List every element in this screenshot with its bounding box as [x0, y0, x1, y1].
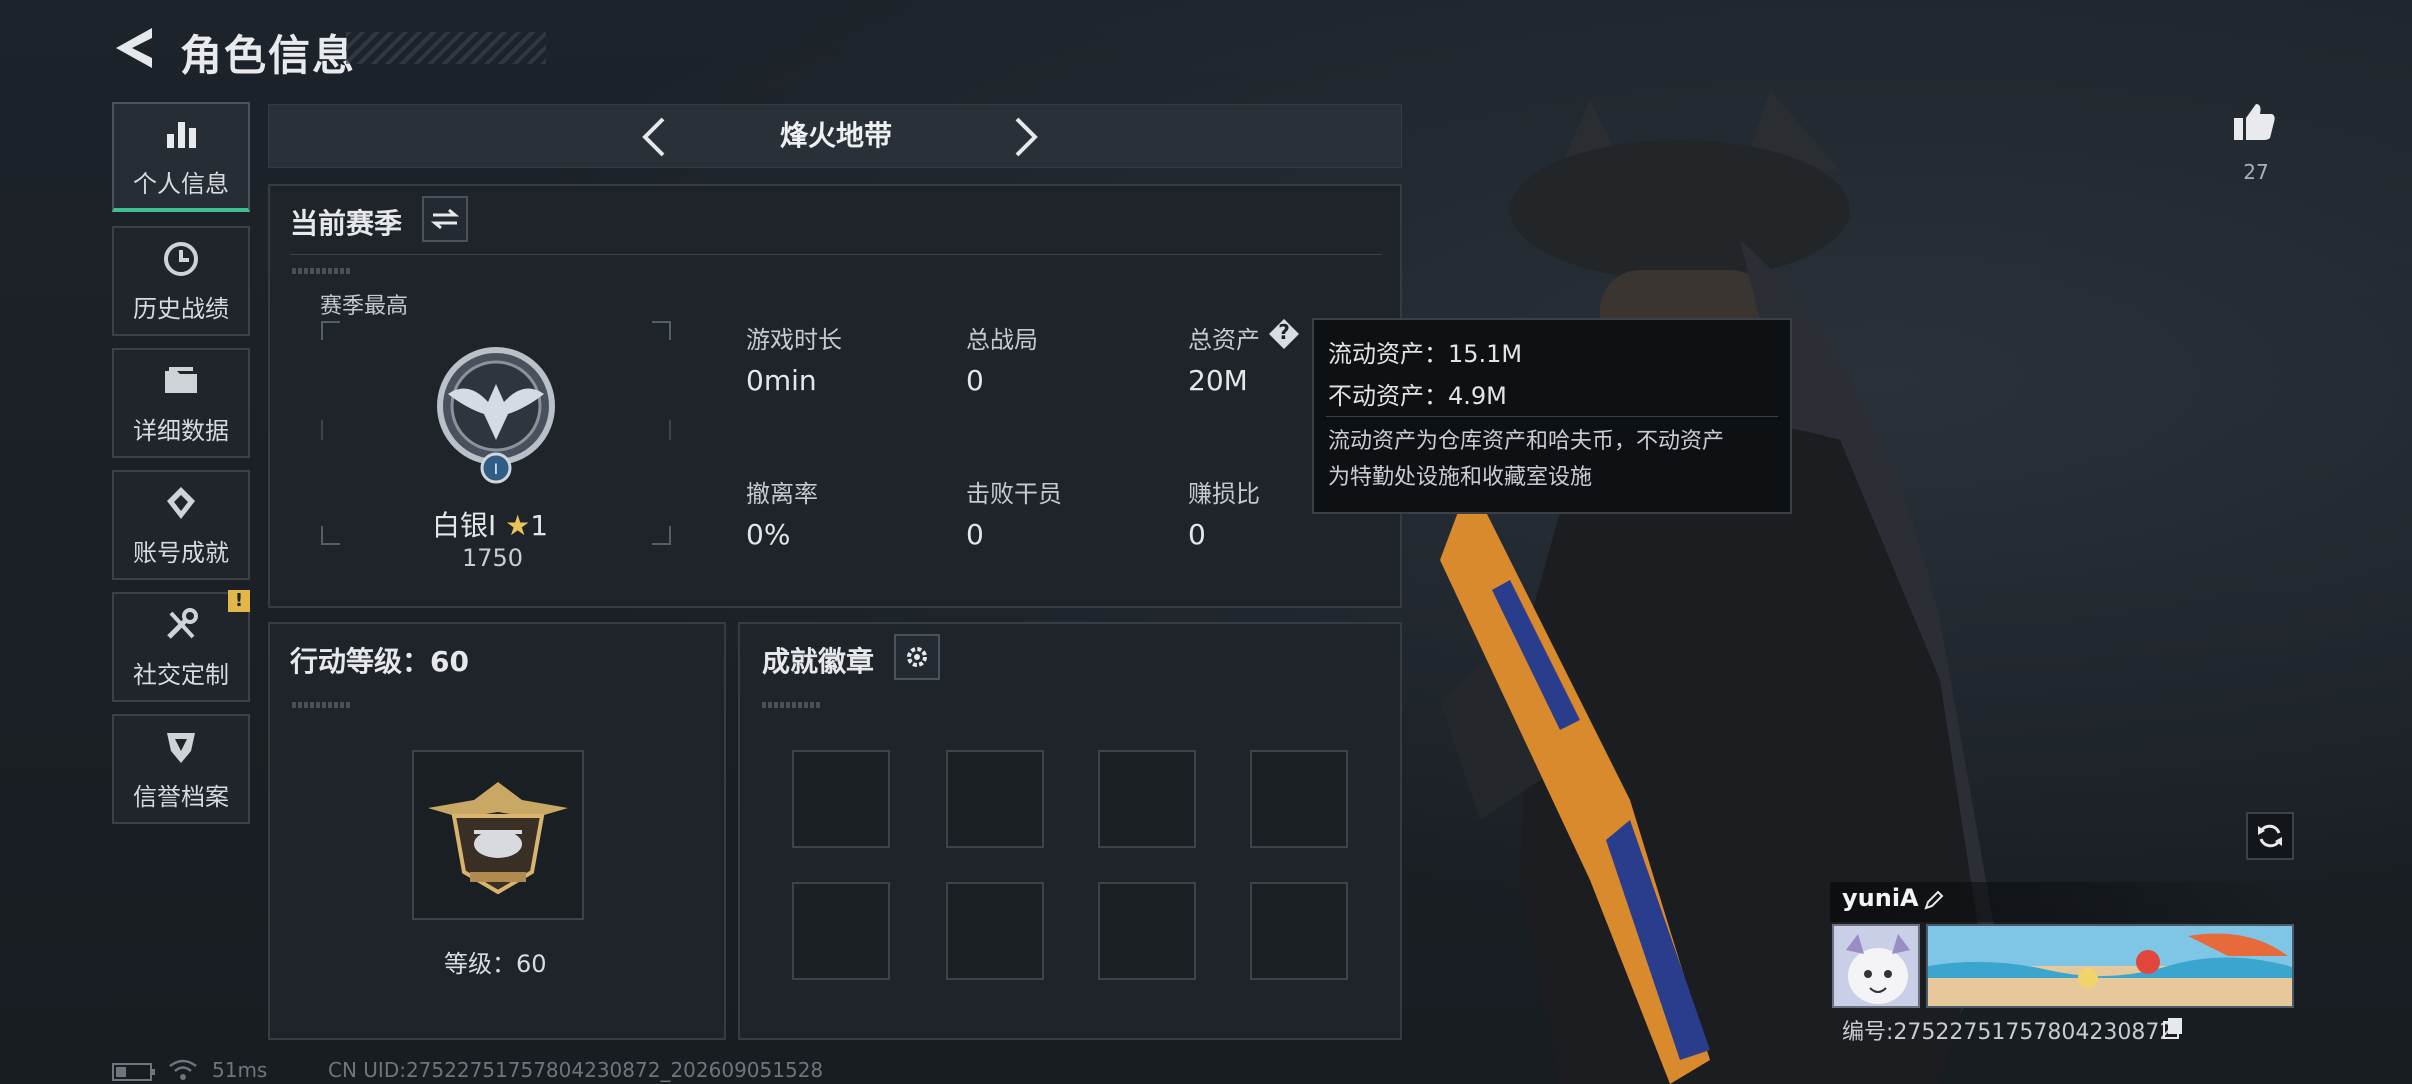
wrench-icon — [167, 607, 198, 639]
thumbs-up-icon[interactable] — [2232, 100, 2276, 144]
nav-detail-data[interactable]: 详细数据 — [112, 348, 250, 458]
stat-play-time-value: 0min — [746, 364, 817, 397]
player-avatar[interactable] — [1832, 924, 1920, 1008]
back-arrow-icon[interactable] — [112, 24, 156, 72]
badge-slot[interactable] — [1098, 750, 1196, 848]
tooltip-desc-line2: 为特勤处设施和收藏室设施 — [1328, 465, 1593, 490]
mode-name: 烽火地带 — [779, 119, 892, 152]
nav-label: 个人信息 — [133, 169, 229, 198]
stat-kills-value: 0 — [966, 518, 984, 551]
page-title: 角色信息 — [180, 31, 357, 80]
stat-total-matches-value: 0 — [966, 364, 984, 397]
stat-total-matches-label: 总战局 — [966, 326, 1038, 354]
chevron-right-icon[interactable] — [999, 111, 1049, 163]
nav-personal-info[interactable]: 个人信息 — [112, 102, 250, 212]
rank-score: 1750 — [462, 544, 524, 572]
uid-text: CN UID:2752275175780423087​2_20260905152… — [328, 1058, 824, 1082]
nav-label: 详细数据 — [133, 416, 229, 445]
bar-chart-icon — [167, 121, 196, 148]
level-emblem-frame — [412, 750, 584, 920]
tooltip-desc-line1: 流动资产为仓库资产和哈夫币，不动资产 — [1328, 429, 1725, 454]
tooltip-liquid-assets: 流动资产：15.1M — [1328, 340, 1523, 368]
assets-tooltip: 流动资产：15.1M 不动资产：4.9M 流动资产为仓库资产和哈夫币，不动资产 … — [1312, 318, 1792, 514]
badge-slot[interactable] — [946, 750, 1044, 848]
badge-slot[interactable] — [1098, 882, 1196, 980]
player-banner[interactable] — [1926, 924, 2294, 1008]
stat-profit-ratio-value: 0 — [1188, 518, 1206, 551]
divider — [1326, 416, 1778, 417]
badge-slot[interactable] — [1250, 882, 1348, 980]
help-mark: ? — [1278, 320, 1290, 344]
rank-label: 白银I ★1 — [432, 504, 548, 544]
battery-icon — [112, 1063, 155, 1081]
stat-total-assets-value: 20M — [1188, 364, 1248, 397]
refresh-icon — [2258, 824, 2282, 848]
beach-banner-image — [1928, 926, 2292, 1006]
chevron-left-icon[interactable] — [631, 111, 681, 163]
stat-extract-rate-label: 撤离率 — [746, 480, 818, 508]
clock-icon — [164, 241, 198, 276]
tooltip-fixed-assets: 不动资产：4.9M — [1328, 382, 1507, 410]
folder-icon — [165, 366, 197, 393]
stat-profit-ratio-label: 赚损比 — [1188, 480, 1260, 508]
avatar-image — [1834, 926, 1918, 1006]
shield-icon — [167, 732, 195, 763]
refresh-button[interactable] — [2246, 812, 2294, 860]
swap-icon — [431, 208, 459, 230]
copy-icon[interactable] — [2162, 1016, 2184, 1040]
wifi-icon — [169, 1059, 197, 1080]
rank-stars: 1 — [530, 509, 549, 542]
season-best-label: 赛季最高 — [320, 294, 409, 319]
nav-label: 社交定制 — [133, 660, 229, 689]
ping: 51ms — [212, 1058, 268, 1082]
season-title: 当前赛季 — [290, 207, 403, 240]
nav-label: 历史战绩 — [133, 294, 229, 323]
rank-star-icon: ★ — [505, 509, 531, 542]
nav-label: 账号成就 — [133, 538, 229, 567]
stat-total-assets-label: 总资产 — [1188, 326, 1260, 354]
player-name: yuniA — [1842, 884, 1919, 912]
stat-extract-rate-value: 0% — [746, 518, 791, 551]
level-text: 等级：60 — [444, 950, 547, 978]
nav-achievements[interactable]: 账号成就 — [112, 470, 250, 580]
divider — [292, 702, 352, 708]
gear-icon — [907, 647, 927, 667]
warning-badge: ! — [228, 590, 250, 612]
diamond-badge-icon — [167, 486, 195, 519]
achievement-settings-button[interactable] — [894, 634, 940, 680]
player-id: 编号:2752275175780423087​2 — [1842, 1020, 2174, 1045]
silver-rank-emblem: I — [437, 347, 555, 484]
badge-slot[interactable] — [792, 750, 890, 848]
divider — [292, 268, 352, 274]
switch-season-button[interactable] — [422, 196, 468, 242]
stat-kills-label: 击败干员 — [966, 480, 1062, 508]
nav-credit-record[interactable]: 信誉档案 — [112, 714, 250, 824]
badge-slot[interactable] — [946, 882, 1044, 980]
nav-label: 信誉档案 — [133, 782, 229, 811]
divider — [290, 254, 1382, 255]
achievement-title: 成就徽章 — [762, 645, 875, 678]
rank-name: 白银I — [432, 509, 497, 542]
action-level-title: 行动等级：60 — [290, 645, 469, 678]
like-count: 27 — [2243, 160, 2269, 184]
divider — [762, 702, 822, 708]
help-icon[interactable]: ? — [1268, 318, 1300, 350]
title-decoration — [346, 32, 546, 64]
mode-selector: 烽火地带 — [268, 104, 1402, 168]
svg-text:I: I — [494, 462, 498, 478]
nav-history[interactable]: 历史战绩 — [112, 226, 250, 336]
edit-pencil-icon[interactable] — [1922, 888, 1946, 912]
badge-slot[interactable] — [792, 882, 890, 980]
badge-slot[interactable] — [1250, 750, 1348, 848]
helicopter-level-emblem — [428, 782, 568, 895]
stat-play-time-label: 游戏时长 — [746, 326, 842, 354]
